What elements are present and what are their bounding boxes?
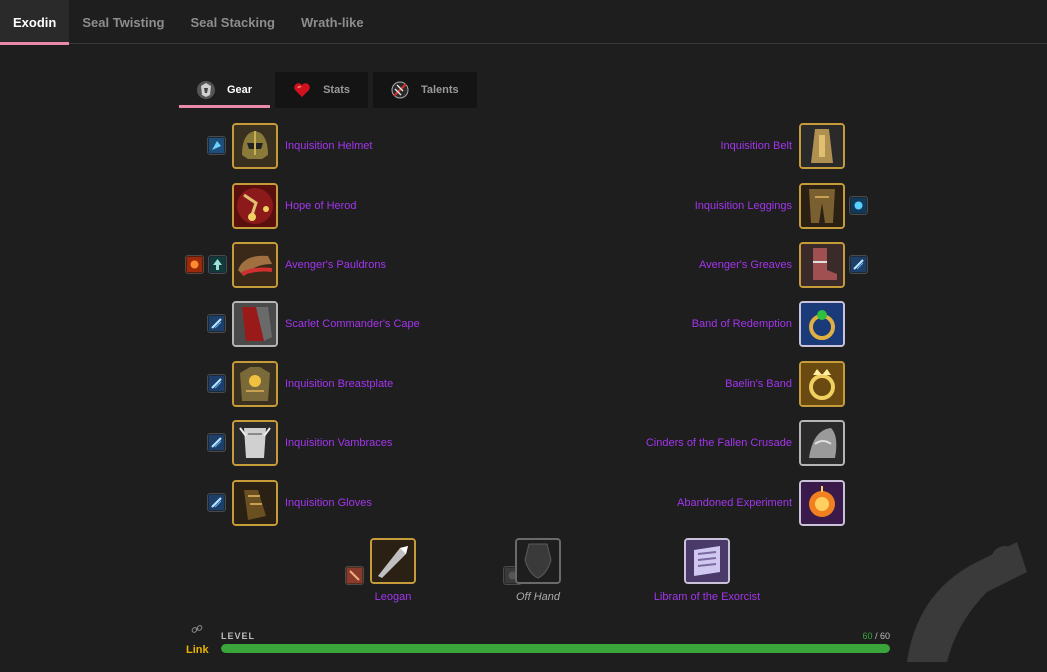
tab-gear-label: Gear xyxy=(227,84,253,96)
item-name-chest[interactable]: Inquisition Breastplate xyxy=(285,378,393,390)
weapon-name-ranged[interactable]: Libram of the Exorcist xyxy=(637,591,777,603)
enchant-scroll-icon[interactable] xyxy=(207,314,226,333)
heart-icon xyxy=(291,79,313,101)
gloves-icon[interactable] xyxy=(232,480,278,526)
helm-enchant-icon[interactable] xyxy=(207,136,226,155)
talent-icon xyxy=(389,79,411,101)
sword-icon[interactable] xyxy=(370,538,416,584)
item-name-head[interactable]: Inquisition Helmet xyxy=(285,140,372,152)
tab-stats[interactable]: Stats xyxy=(275,72,368,108)
item-name-trinket1[interactable]: Cinders of the Fallen Crusade xyxy=(646,437,792,449)
level-progress-fill xyxy=(221,644,890,653)
gear-slot-back: Scarlet Commander's Cape xyxy=(232,300,420,348)
helmet-enchants xyxy=(207,136,226,155)
gear-slot-hands: Inquisition Gloves xyxy=(232,479,372,527)
item-name-finger2[interactable]: Baelin's Band xyxy=(725,378,792,390)
shoulder-icon[interactable] xyxy=(232,242,278,288)
gear-slot-finger2: Baelin's Band xyxy=(725,360,845,408)
inner-tab-bar: Gear Stats Talents xyxy=(179,72,477,108)
legs-enchants xyxy=(849,196,868,215)
tab-talents[interactable]: Talents xyxy=(372,72,477,108)
helmet-icon[interactable] xyxy=(232,123,278,169)
link-button[interactable]: Link xyxy=(186,622,209,656)
trinket-icon[interactable] xyxy=(799,420,845,466)
gear-slot-waist: Inquisition Belt xyxy=(720,122,845,170)
rune-icon[interactable] xyxy=(208,255,227,274)
ring-gold-icon[interactable] xyxy=(799,361,845,407)
item-name-wrist[interactable]: Inquisition Vambraces xyxy=(285,437,392,449)
bracer-icon[interactable] xyxy=(232,420,278,466)
gear-slot-neck: Hope of Herod xyxy=(232,182,357,230)
item-name-back[interactable]: Scarlet Commander's Cape xyxy=(285,318,420,330)
chest-enchants xyxy=(207,374,226,393)
item-name-legs[interactable]: Inquisition Leggings xyxy=(695,200,792,212)
level-progress-bar xyxy=(221,644,890,653)
feet-enchants xyxy=(849,255,868,274)
boots-icon[interactable] xyxy=(799,242,845,288)
enchant-scroll-icon[interactable] xyxy=(207,433,226,452)
chest-icon[interactable] xyxy=(232,361,278,407)
hands-enchants xyxy=(207,493,226,512)
tab-wrath-like[interactable]: Wrath-like xyxy=(288,0,377,44)
gear-slot-trinket2: Abandoned Experiment xyxy=(677,479,845,527)
gear-slot-chest: Inquisition Breastplate xyxy=(232,360,393,408)
level-label: LEVEL xyxy=(221,631,256,641)
cape-icon[interactable] xyxy=(232,301,278,347)
item-name-neck[interactable]: Hope of Herod xyxy=(285,200,357,212)
level-separator: / xyxy=(872,631,880,641)
tab-talents-label: Talents xyxy=(420,84,459,96)
link-icon xyxy=(191,625,203,633)
weapon-name-off-hand[interactable]: Off Hand xyxy=(488,591,588,603)
trinket-orb-icon[interactable] xyxy=(799,480,845,526)
item-name-feet[interactable]: Avenger's Greaves xyxy=(699,259,792,271)
shoulder-enchant-icon[interactable] xyxy=(185,255,204,274)
tab-gear[interactable]: Gear xyxy=(179,72,271,108)
ring-icon[interactable] xyxy=(799,301,845,347)
tab-seal-stacking[interactable]: Seal Stacking xyxy=(177,0,288,44)
legs-icon[interactable] xyxy=(799,183,845,229)
weapon-slot-main-hand: Leogan xyxy=(343,538,443,603)
item-name-finger1[interactable]: Band of Redemption xyxy=(692,318,792,330)
belt-icon[interactable] xyxy=(799,123,845,169)
weapon-name-main-hand[interactable]: Leogan xyxy=(343,591,443,603)
amulet-icon[interactable] xyxy=(232,183,278,229)
weapon-slot-ranged: Libram of the Exorcist xyxy=(637,538,777,603)
gear-slot-trinket1: Cinders of the Fallen Crusade xyxy=(646,419,845,467)
enchant-scroll-icon[interactable] xyxy=(849,255,868,274)
libram-icon[interactable] xyxy=(684,538,730,584)
enchant-scroll-icon[interactable] xyxy=(207,493,226,512)
level-current: 60 xyxy=(862,631,873,641)
gear-slot-legs: Inquisition Leggings xyxy=(695,182,845,230)
gear-slot-finger1: Band of Redemption xyxy=(692,300,845,348)
weapon-slot-off-hand: Off Hand xyxy=(488,538,588,603)
item-name-shoulder[interactable]: Avenger's Pauldrons xyxy=(285,259,386,271)
legs-enchant-icon[interactable] xyxy=(849,196,868,215)
item-name-trinket2[interactable]: Abandoned Experiment xyxy=(677,497,792,509)
level-value: 60 / 60 xyxy=(862,631,890,641)
cape-enchants xyxy=(207,314,226,333)
gear-slot-wrist: Inquisition Vambraces xyxy=(232,419,392,467)
link-label: Link xyxy=(186,644,209,656)
watermark-logo xyxy=(907,542,1027,662)
item-name-waist[interactable]: Inquisition Belt xyxy=(720,140,792,152)
gear-slot-shoulder: Avenger's Pauldrons xyxy=(232,241,386,289)
gear-slot-head: Inquisition Helmet xyxy=(232,122,372,170)
tab-stats-label: Stats xyxy=(323,84,350,96)
gear-slot-feet: Avenger's Greaves xyxy=(699,241,845,289)
wrist-enchants xyxy=(207,433,226,452)
item-name-hands[interactable]: Inquisition Gloves xyxy=(285,497,372,509)
shoulder-enchants xyxy=(185,255,227,274)
tab-exodin[interactable]: Exodin xyxy=(0,0,70,45)
tab-seal-twisting[interactable]: Seal Twisting xyxy=(69,0,177,44)
top-tab-bar: Exodin Seal Twisting Seal Stacking Wrath… xyxy=(0,0,1047,45)
enchant-scroll-icon[interactable] xyxy=(207,374,226,393)
armor-icon xyxy=(195,79,217,101)
shield-icon[interactable] xyxy=(515,538,561,584)
